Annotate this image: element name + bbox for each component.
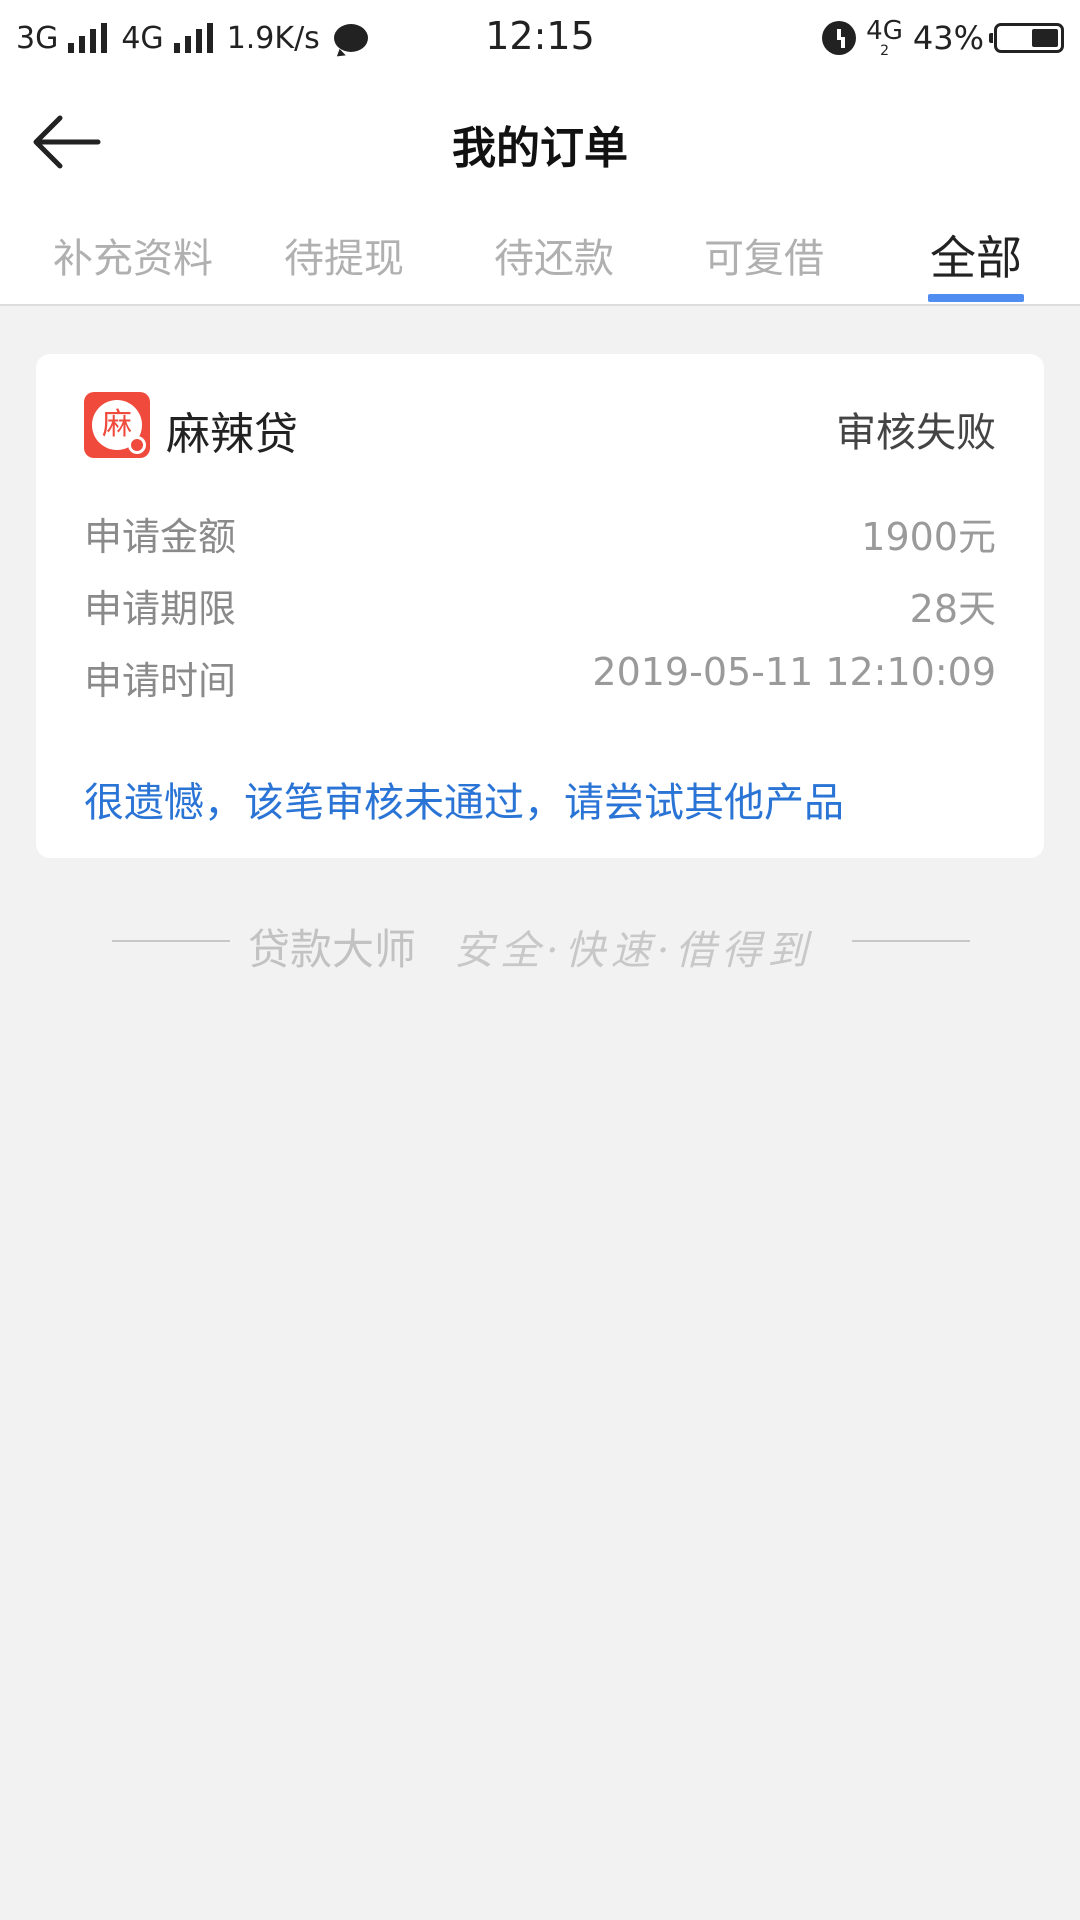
tab-active-indicator [928, 294, 1024, 302]
tab-supplement-info[interactable]: 补充资料 [48, 226, 218, 306]
slogan-motto: 安全·快速·借得到 [454, 928, 814, 974]
order-status: 审核失败 [836, 410, 996, 456]
battery-icon [989, 23, 1064, 53]
battery-percent: 43% [912, 19, 984, 57]
alarm-clock-icon [822, 21, 857, 55]
detail-row-time: 申请时间 2019-05-11 12:10:09 [84, 650, 996, 706]
slogan-brand: 贷款大师 [248, 925, 417, 974]
product-name: 麻辣贷 [166, 409, 298, 460]
detail-label: 申请期限 [84, 587, 237, 631]
detail-row-term: 申请期限 28天 [84, 578, 996, 634]
app-header: 我的订单 [0, 76, 1080, 206]
footer-slogan: 贷款大师 安全·快速·借得到 [0, 912, 1080, 974]
tab-pending-repay[interactable]: 待还款 [490, 226, 618, 306]
tab-pending-withdraw[interactable]: 待提现 [280, 226, 408, 306]
detail-value: 28天 [909, 587, 996, 631]
detail-value: 1900元 [861, 515, 996, 559]
divider-line [852, 940, 970, 942]
tab-reborrow[interactable]: 可复借 [700, 226, 828, 306]
status-right: 4G 2 43% [822, 16, 1064, 60]
detail-value: 2019-05-11 12:10:09 [592, 650, 996, 694]
order-card[interactable]: 麻 麻辣贷 审核失败 申请金额 1900元 申请期限 28天 申请时间 2019… [36, 354, 1044, 858]
rejection-notice: 很遗憾，该笔审核未通过，请尝试其他产品 [84, 780, 844, 826]
order-tabs: 补充资料 待提现 待还款 可复借 全部 [0, 206, 1080, 306]
tab-all[interactable]: 全部 [928, 222, 1024, 302]
divider-line [112, 940, 230, 942]
product-logo: 麻 [84, 392, 150, 458]
logo-badge-dot [128, 436, 146, 454]
page-title: 我的订单 [452, 123, 628, 174]
detail-row-amount: 申请金额 1900元 [84, 506, 996, 562]
status-bar: 3G 4G 1.9K/s 12:15 4G 2 43% [0, 0, 1080, 76]
screen: 3G 4G 1.9K/s 12:15 4G 2 43% 我的订单 补充资料 待提现 [0, 0, 1080, 1920]
network-4g-mini: 4G 2 [866, 16, 903, 59]
detail-label: 申请时间 [84, 659, 237, 703]
detail-label: 申请金额 [84, 515, 237, 559]
tab-all-label: 全部 [930, 231, 1022, 285]
